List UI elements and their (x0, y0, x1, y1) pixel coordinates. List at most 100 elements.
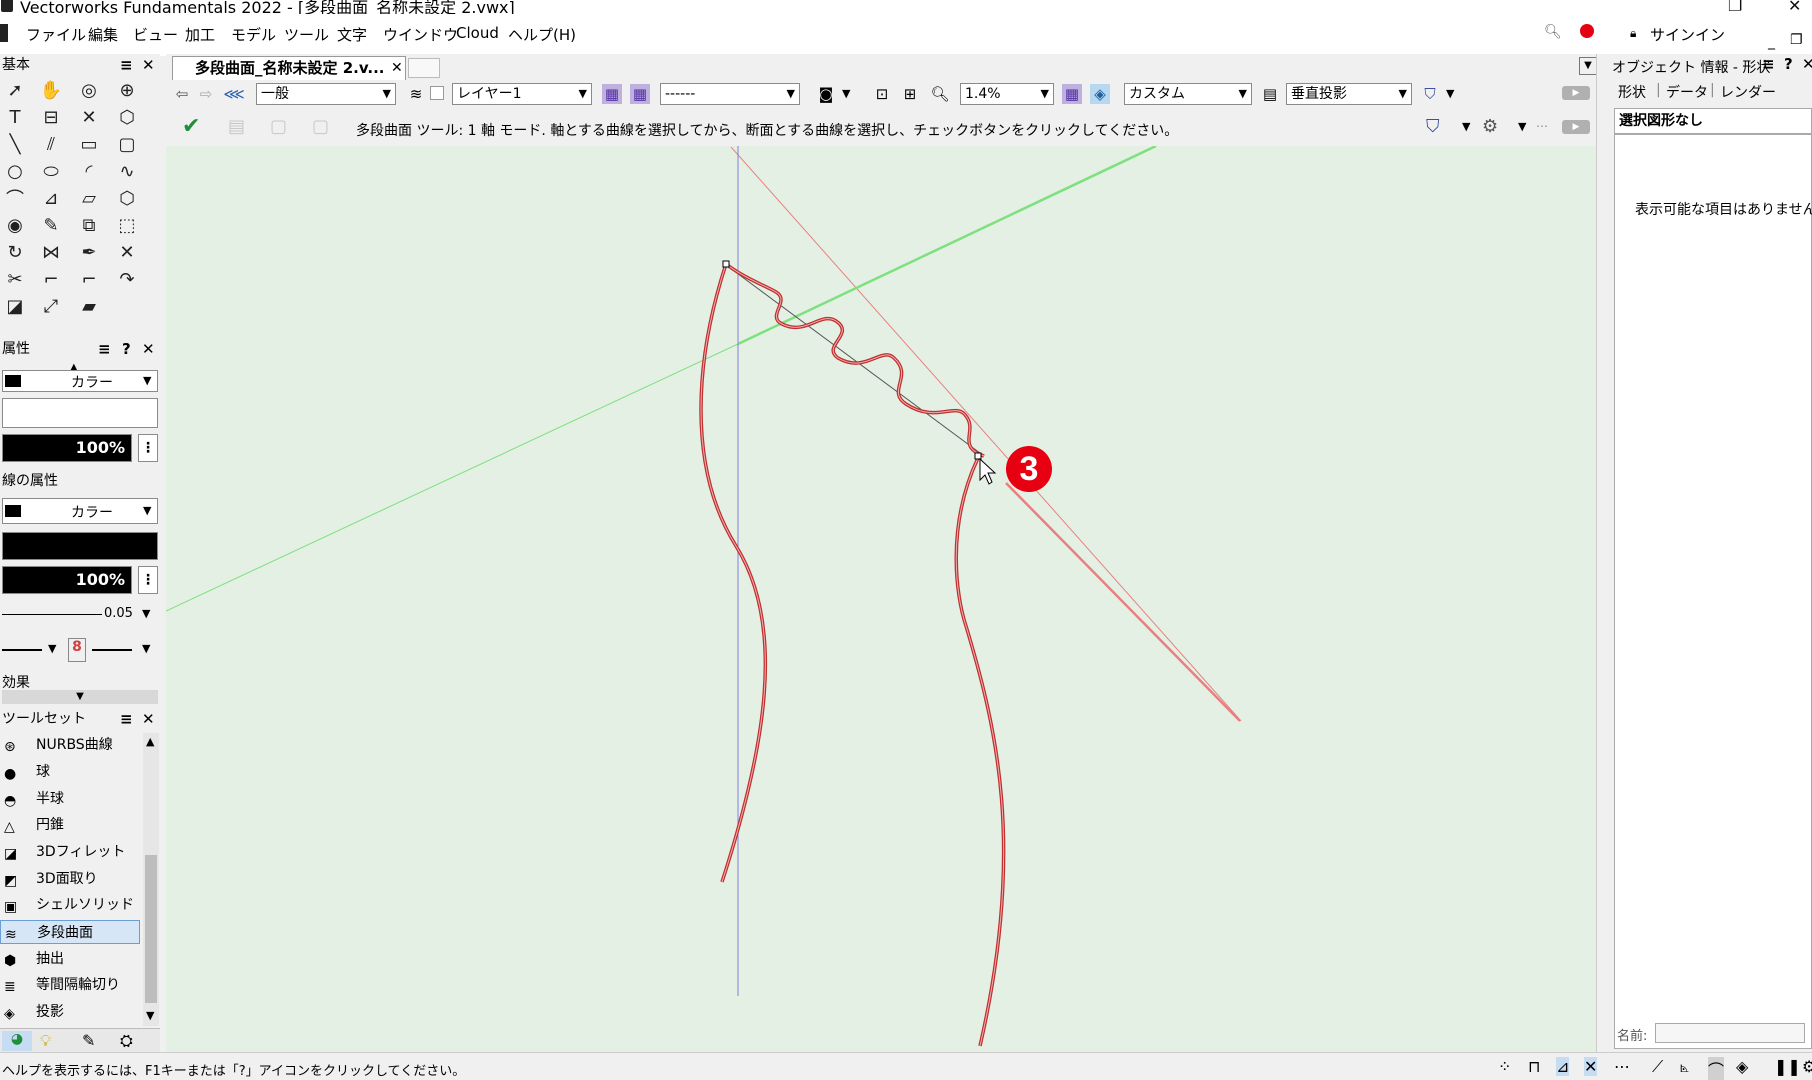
menu-modify[interactable]: 加工 (185, 24, 215, 45)
trim-tool-icon[interactable]: ✕ (112, 240, 142, 264)
tool-3d-chamfer[interactable]: ◩ 3D面取り (0, 867, 140, 891)
layer-icon[interactable]: ≋ (406, 84, 426, 104)
toolset-scrollbar[interactable]: ▲ ▼ (143, 733, 159, 1026)
mirror-tool-icon[interactable]: ⋈ (36, 240, 66, 264)
text-tool-icon[interactable]: T (0, 105, 30, 129)
fill-type-select[interactable]: カラー ▼ (2, 370, 158, 392)
spiral-tool-icon[interactable]: ◉ (0, 213, 30, 237)
class-icon[interactable]: ⋘ (223, 84, 244, 104)
zoom-select[interactable]: 1.4% ▼ (960, 83, 1054, 105)
locus-tool-icon[interactable]: ✕ (74, 105, 104, 129)
projection-icon[interactable]: ▤ (1260, 84, 1280, 104)
projection-select[interactable]: 垂直投影 ▼ (1286, 83, 1412, 105)
chevron-down-icon[interactable]: ▼ (146, 1009, 154, 1022)
chevron-down-icon[interactable]: ▼ (142, 642, 150, 655)
tool-sphere[interactable]: ● 球 (0, 760, 140, 784)
mode-2-icon[interactable]: ▢ (270, 116, 287, 137)
viewbar-more-icon[interactable]: ▶ (1562, 86, 1590, 100)
close-icon[interactable]: ✕ (1788, 0, 1801, 14)
saved-view-select[interactable]: ------ ▼ (660, 83, 800, 105)
end-point-marker[interactable] (974, 452, 982, 460)
menu-app-icon[interactable] (0, 24, 8, 42)
chamfer-tool-icon[interactable]: ⌐ (74, 267, 104, 291)
3d-locus-tool-icon[interactable]: ⬡ (112, 105, 142, 129)
document-tab[interactable]: 多段曲面_名称未設定 2.v... ✕ (172, 56, 406, 80)
rotate-tool-icon[interactable]: ↻ (0, 240, 30, 264)
rounded-rectangle-tool-icon[interactable]: ▢ (112, 132, 142, 156)
callout-tool-icon[interactable]: ⊟ (36, 105, 66, 129)
scroll-thumb[interactable] (145, 855, 157, 1003)
line-tool-icon[interactable]: ╲ (0, 132, 30, 156)
menu-model[interactable]: モデル (231, 24, 276, 45)
eyedropper-tool-icon[interactable]: ✎ (36, 213, 66, 237)
line-opacity-field[interactable]: 100% (2, 566, 132, 594)
chevron-down-icon[interactable]: ▼ (1446, 87, 1454, 100)
line-type-select[interactable]: カラー ▼ (2, 498, 158, 524)
toolsets-close-icon[interactable]: ✕ (142, 708, 155, 730)
tool-cone[interactable]: △ 円錐 (0, 813, 140, 837)
menu-window[interactable]: ウインドウ (383, 24, 458, 45)
oip-tab-render[interactable]: レンダー (1720, 82, 1776, 102)
chevron-down-icon[interactable]: ▼ (1462, 120, 1470, 133)
view-select[interactable]: カスタム ▼ (1124, 83, 1252, 105)
start-point-marker[interactable] (722, 260, 730, 268)
snap-angle-icon[interactable]: ⊿ (1556, 1057, 1570, 1076)
pause-icon[interactable]: ❚❚ (1774, 1057, 1801, 1076)
close-icon[interactable]: ✕ (391, 57, 403, 79)
snap-icon[interactable]: ⛉ (1426, 116, 1440, 137)
line-opacity-menu-icon[interactable]: ⋮ (138, 566, 158, 594)
chevron-down-icon[interactable]: ▼ (1518, 120, 1526, 133)
checkmark-icon[interactable]: ✔ (182, 114, 200, 139)
layer-checkbox[interactable] (430, 86, 444, 100)
fit-objects-icon[interactable]: ⊞ (900, 84, 920, 104)
snap-grid-icon[interactable]: ⁘ (1498, 1057, 1511, 1076)
chevron-up-icon[interactable]: ▲ (146, 735, 154, 748)
view-grid-icon[interactable]: ▦ (1062, 84, 1082, 104)
menu-text[interactable]: 文字 (337, 24, 367, 45)
drawing-scrollbar[interactable] (1596, 54, 1610, 1052)
regular-polygon-tool-icon[interactable]: ⬡ (112, 186, 142, 210)
tool-preferences-icon[interactable]: ⚙ (1482, 116, 1498, 137)
offset-tool-icon[interactable]: ↷ (112, 267, 142, 291)
pan-tool-icon[interactable]: ✋ (36, 78, 66, 102)
back-icon[interactable]: ⇦ (172, 84, 192, 104)
visualization-set-icon[interactable]: 💡︎ (40, 1031, 51, 1051)
tab-list-icon[interactable]: ▼ (1579, 57, 1597, 75)
extrude-tool-icon[interactable]: ◪ (0, 294, 30, 318)
forward-icon[interactable]: ⇨ (196, 84, 216, 104)
snap-working-plane-icon[interactable]: ⦝ (1680, 1057, 1689, 1077)
oval-tool-icon[interactable]: ⬭ (36, 159, 66, 183)
tool-3d-fillet[interactable]: ◪ 3Dフィレット (0, 840, 140, 864)
snap-distance-icon[interactable]: ⋯ (1614, 1057, 1630, 1076)
sign-in-button[interactable]: サインイン (1650, 24, 1725, 45)
fill-color-field[interactable] (2, 398, 158, 428)
move-by-points-tool-icon[interactable]: ⤢ (36, 294, 66, 318)
split-tool-icon[interactable]: ✂ (0, 267, 30, 291)
class-select[interactable]: 一般 ▼ (256, 83, 396, 105)
fit-to-window-icon[interactable]: ⊡ (872, 84, 892, 104)
tool-project[interactable]: ◈ 投影 (0, 1000, 140, 1024)
fill-opacity-field[interactable]: 100% (2, 434, 132, 462)
oip-tab-shape[interactable]: 形状 (1618, 82, 1646, 102)
tool-hemisphere[interactable]: ◓ 半球 (0, 787, 140, 811)
zoom-icon[interactable]: 🔍︎ (930, 84, 950, 104)
line-thickness-select[interactable]: 0.05 ▼ (2, 602, 158, 628)
snap-intersection-icon[interactable]: ✕ (1584, 1057, 1598, 1076)
render-mode-icon[interactable]: ◙ (816, 84, 836, 104)
mode-3-icon[interactable]: ▢ (312, 116, 329, 137)
reshape-tool-icon[interactable]: ✒ (74, 240, 104, 264)
start-marker-line[interactable] (2, 649, 42, 651)
more-icon[interactable]: … (1536, 116, 1548, 130)
tool-loft-surface[interactable]: ≋ 多段曲面 (0, 920, 140, 944)
fillet-tool-icon[interactable]: ⌐ (36, 267, 66, 291)
menu-view[interactable]: ビュー (133, 24, 178, 45)
search-icon[interactable]: 🔍︎ (1544, 24, 1562, 40)
snap-edge-icon[interactable]: ⌒ (1708, 1057, 1725, 1080)
polygon2-tool-icon[interactable]: ▱ (74, 186, 104, 210)
attr-close-icon[interactable]: ✕ (142, 338, 155, 360)
chevron-down-icon[interactable]: ▼ (48, 642, 56, 655)
snap-object-icon[interactable]: ⊓ (1528, 1057, 1540, 1076)
minimize-doc-icon[interactable]: _ (1768, 34, 1775, 50)
settings-icon[interactable]: ⚙ (1802, 1057, 1812, 1076)
tool-extract[interactable]: ⬢ 抽出 (0, 947, 140, 971)
